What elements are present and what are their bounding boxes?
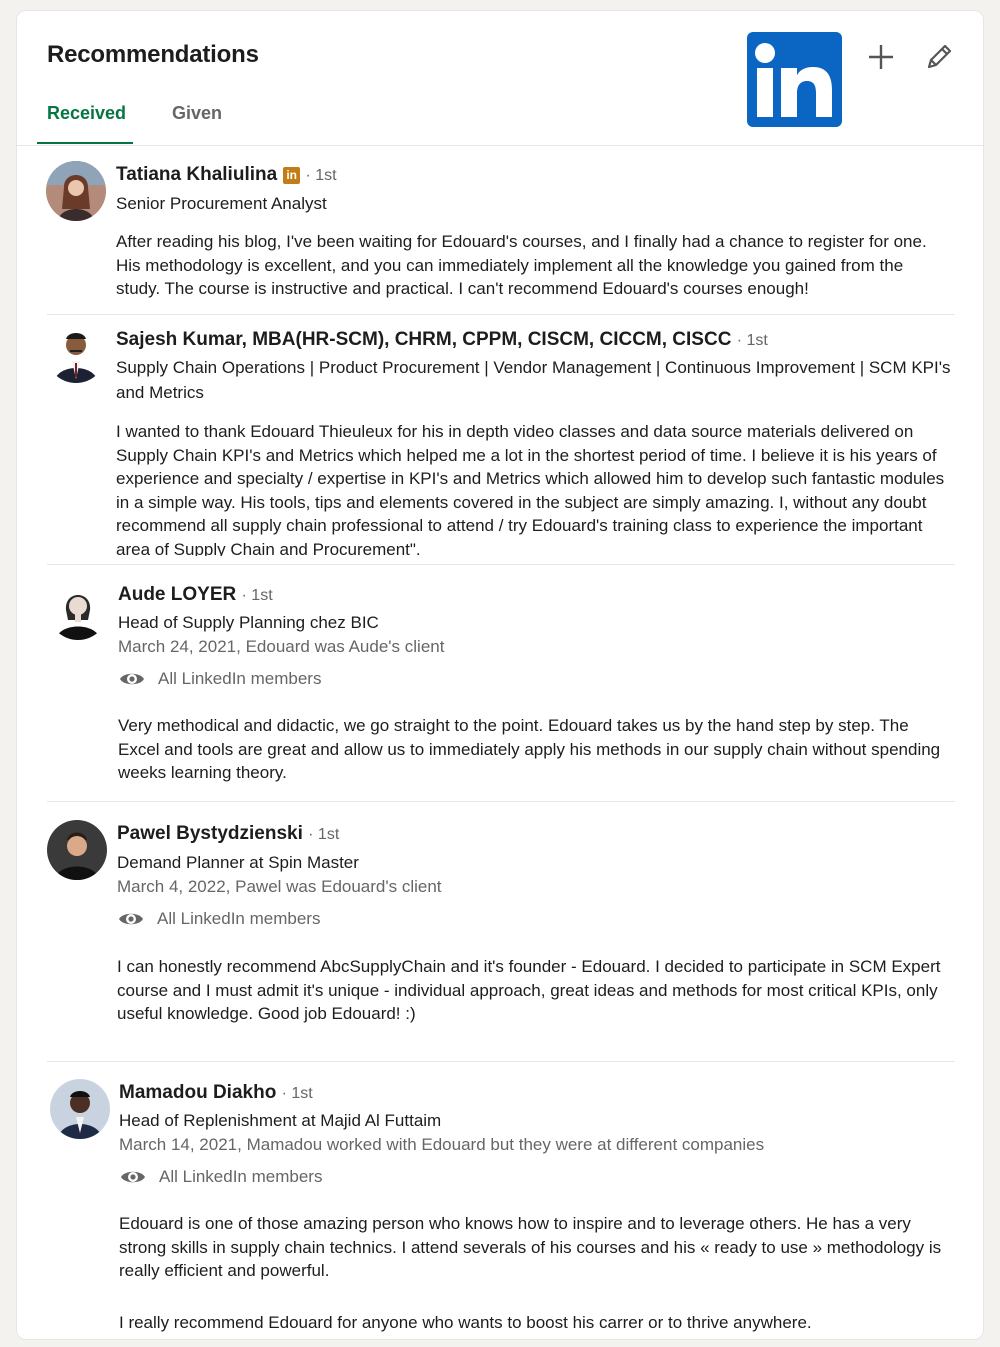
connection-degree: · 1st <box>281 1085 313 1102</box>
recommendation-text: After reading his blog, I've been waitin… <box>116 232 927 298</box>
connection-degree: · 1st <box>305 167 337 184</box>
plus-icon[interactable] <box>865 41 897 73</box>
recommender-name-line: Pawel Bystydzienski · 1st <box>117 823 339 845</box>
recommender-name-line: Tatiana Khaliulina in · 1st <box>116 164 337 186</box>
visibility-row: All LinkedIn members <box>119 1167 322 1187</box>
recommender-name[interactable]: Aude LOYER <box>118 584 236 605</box>
recommender-headline: Head of Replenishment at Majid Al Futtai… <box>119 1111 442 1130</box>
recommendation-text: I wanted to thank Edouard Thieuleux for … <box>116 422 945 556</box>
recommender-name[interactable]: Pawel Bystydzienski <box>117 823 303 844</box>
divider <box>47 564 955 565</box>
connection-degree: · 1st <box>736 332 768 349</box>
tabs-divider <box>17 145 983 146</box>
linkedin-premium-badge: in <box>283 167 301 184</box>
recommender-name-line: Aude LOYER · 1st <box>118 584 273 606</box>
visibility-label: All LinkedIn members <box>157 909 321 928</box>
visibility-label: All LinkedIn members <box>159 1167 323 1186</box>
active-tab-indicator <box>37 142 133 144</box>
recommendation-meta: March 14, 2021, Mamadou worked with Edou… <box>119 1135 765 1154</box>
connection-degree: · 1st <box>308 826 340 843</box>
divider <box>47 314 955 315</box>
linkedin-logo <box>747 32 842 127</box>
pencil-icon[interactable] <box>923 41 955 73</box>
divider <box>47 801 955 802</box>
section-title: Recommendations <box>47 41 259 68</box>
connection-degree: · 1st <box>241 587 273 604</box>
avatar[interactable] <box>46 323 106 383</box>
eye-icon <box>119 913 143 925</box>
tab-received[interactable]: Received <box>47 103 126 124</box>
recommender-headline: Demand Planner at Spin Master <box>117 853 359 872</box>
visibility-row: All LinkedIn members <box>118 669 321 689</box>
avatar[interactable] <box>47 820 107 880</box>
recommender-name-line: Sajesh Kumar, MBA(HR-SCM), CHRM, CPPM, C… <box>116 329 768 351</box>
avatar[interactable] <box>48 580 108 640</box>
visibility-row: All LinkedIn members <box>117 909 320 929</box>
recommendation-meta: March 24, 2021, Edouard was Aude's clien… <box>118 637 445 656</box>
recommendation-meta: March 4, 2022, Pawel was Edouard's clien… <box>117 877 442 896</box>
divider <box>47 1061 955 1062</box>
tab-given[interactable]: Given <box>172 103 222 124</box>
recommender-headline: Senior Procurement Analyst <box>116 194 327 213</box>
recommender-name-line: Mamadou Diakho · 1st <box>119 1082 313 1104</box>
recommendation-text-continued: I really recommend Edouard for anyone wh… <box>119 1313 812 1332</box>
eye-icon <box>121 1171 145 1183</box>
recommendation-text: Edouard is one of those amazing person w… <box>119 1214 942 1280</box>
avatar[interactable] <box>50 1079 110 1139</box>
recommendation-text: Very methodical and didactic, we go stra… <box>118 716 941 782</box>
visibility-label: All LinkedIn members <box>158 669 322 688</box>
recommender-headline: Supply Chain Operations | Product Procur… <box>116 358 951 402</box>
eye-icon <box>120 673 144 685</box>
recommender-name[interactable]: Sajesh Kumar, MBA(HR-SCM), CHRM, CPPM, C… <box>116 329 731 350</box>
avatar[interactable] <box>46 161 106 221</box>
recommender-name[interactable]: Mamadou Diakho <box>119 1082 276 1103</box>
recommendation-text: I can honestly recommend AbcSupplyChain … <box>117 957 941 1023</box>
recommender-headline: Head of Supply Planning chez BIC <box>118 613 379 632</box>
recommendations-card: Recommendations Received Given Tatiana K… <box>16 10 984 1340</box>
recommender-name[interactable]: Tatiana Khaliulina <box>116 164 277 185</box>
